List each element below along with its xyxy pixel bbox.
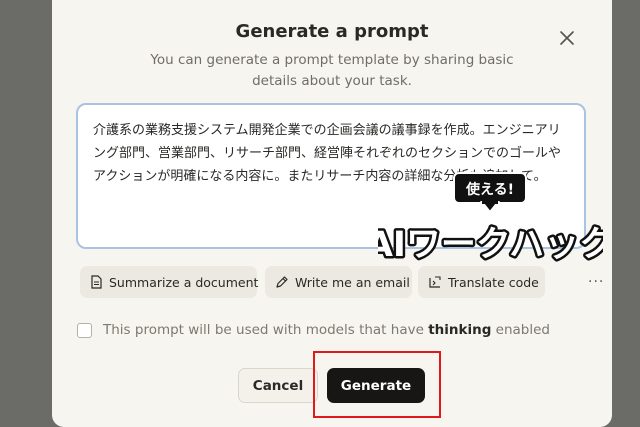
translate-icon — [429, 276, 441, 288]
more-templates-icon[interactable]: ··· — [588, 274, 604, 290]
close-icon[interactable] — [556, 27, 578, 49]
thinking-option: This prompt will be used with models tha… — [77, 322, 550, 338]
chip-label: Translate code — [448, 274, 539, 290]
thinking-checkbox[interactable] — [77, 322, 92, 338]
dialog-title: Generate a prompt — [235, 21, 429, 42]
cancel-button[interactable]: Cancel — [238, 368, 318, 403]
translate-code-chip[interactable]: Translate code — [418, 266, 545, 298]
pen-icon — [276, 276, 288, 288]
thinking-label: This prompt will be used with models tha… — [103, 322, 550, 338]
ai-work-hack-logo: 使える! AIワークハック — [378, 172, 603, 268]
summarize-document-chip[interactable]: Summarize a document — [80, 266, 259, 298]
write-email-chip[interactable]: Write me an email — [265, 266, 412, 298]
chip-label: Write me an email — [295, 274, 410, 290]
dialog-subtitle: You can generate a prompt template by sh… — [150, 52, 514, 89]
logo-text: AIワークハック — [378, 225, 603, 265]
chip-label: Summarize a document — [109, 274, 259, 290]
generate-highlight-box — [313, 351, 441, 418]
bubble-text: 使える! — [465, 181, 514, 198]
document-icon — [91, 275, 102, 289]
